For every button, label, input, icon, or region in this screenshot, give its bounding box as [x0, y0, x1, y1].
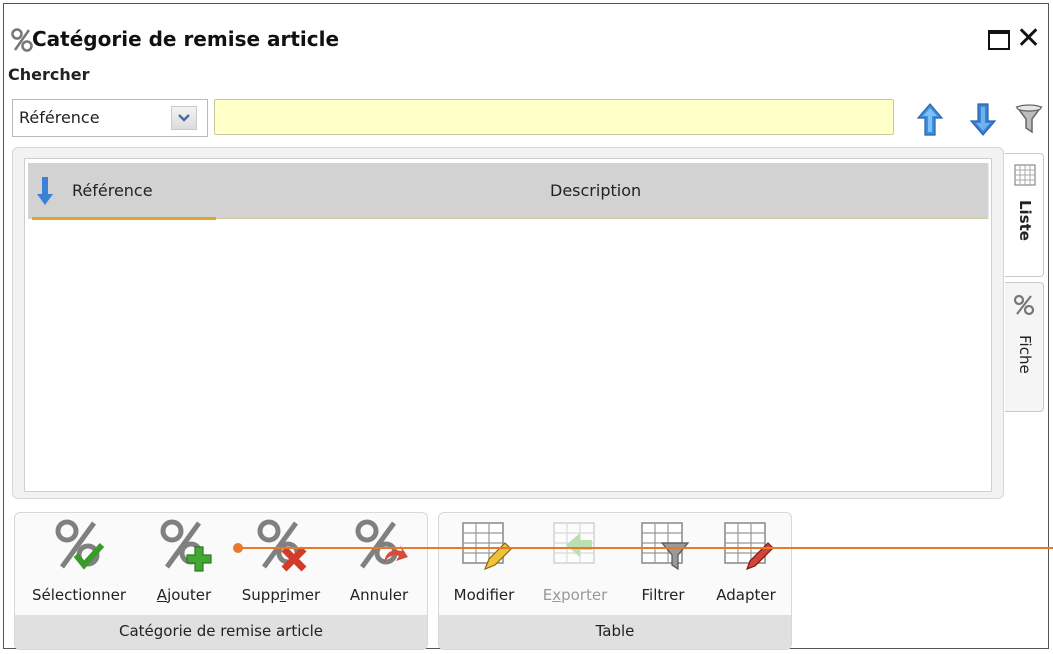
tab-fiche[interactable]: Fiche	[1005, 282, 1044, 412]
tab-liste-label: Liste	[1016, 200, 1034, 241]
accelerator-key: x	[552, 586, 562, 604]
filter-button-label: Filtrer	[641, 586, 685, 604]
header-divider	[218, 218, 988, 219]
percent-check-icon	[55, 519, 105, 570]
column-header-description[interactable]: Description	[550, 177, 641, 205]
annotation-line	[240, 547, 1053, 549]
search-label: Chercher	[8, 65, 90, 84]
annotation-dot	[233, 543, 243, 553]
table-filter-icon	[641, 522, 690, 571]
table-export-icon	[553, 522, 595, 564]
arrow-down-icon[interactable]	[968, 99, 998, 139]
table-edit-icon	[462, 522, 512, 571]
maximize-icon[interactable]	[988, 30, 1010, 50]
percent-icon	[11, 28, 33, 52]
adapt-button-label: Adapter	[716, 586, 776, 604]
delete-button[interactable]: Supprimer	[229, 513, 333, 617]
table-adapt-icon	[724, 522, 774, 571]
sort-indicator	[32, 217, 216, 220]
export-button: Exporter	[527, 513, 623, 617]
ribbon-group-table-label: Table	[439, 615, 791, 649]
percent-undo-icon	[355, 519, 408, 569]
table-grid-icon	[1014, 164, 1036, 186]
percent-delete-icon	[257, 519, 307, 572]
filter-icon[interactable]	[1014, 99, 1044, 139]
search-input[interactable]	[214, 99, 894, 135]
delete-button-label: Supprimer	[241, 586, 321, 604]
column-header-reference[interactable]: Référence	[72, 177, 153, 205]
accelerator-key: A	[156, 586, 168, 604]
tab-fiche-label: Fiche	[1016, 335, 1034, 374]
ribbon-group-category: Sélectionner Ajouter Supprimer Annuler C…	[14, 512, 428, 650]
accelerator-key: r	[279, 586, 287, 604]
sort-down-icon	[37, 177, 53, 205]
modify-button[interactable]: Modifier	[441, 513, 527, 617]
ribbon-group-category-label: Catégorie de remise article	[15, 615, 427, 649]
adapt-button[interactable]: Adapter	[703, 513, 789, 617]
add-button[interactable]: Ajouter	[139, 513, 229, 617]
export-button-label: Exporter	[542, 586, 608, 604]
modify-button-label: Modifier	[453, 586, 515, 604]
select-button-label: Sélectionner	[31, 586, 127, 604]
percent-icon	[1013, 294, 1035, 316]
percent-add-icon	[160, 519, 212, 572]
search-field-selected: Référence	[19, 108, 100, 127]
close-icon[interactable]: ✕	[1016, 20, 1041, 58]
add-button-label: Ajouter	[156, 586, 212, 604]
grid-header: Référence Description	[28, 163, 989, 219]
window-title: Catégorie de remise article	[32, 27, 340, 51]
filter-button[interactable]: Filtrer	[623, 513, 703, 617]
ribbon-group-table: Modifier Exporter Filtrer Adapter Table	[438, 512, 792, 650]
cancel-button[interactable]: Annuler	[333, 513, 425, 617]
tab-liste[interactable]: Liste	[1005, 153, 1044, 277]
arrow-up-icon[interactable]	[915, 99, 945, 139]
select-button[interactable]: Sélectionner	[19, 513, 139, 617]
chevron-down-icon[interactable]	[171, 106, 197, 130]
search-field-select[interactable]: Référence	[12, 99, 208, 137]
cancel-button-label: Annuler	[349, 586, 409, 604]
